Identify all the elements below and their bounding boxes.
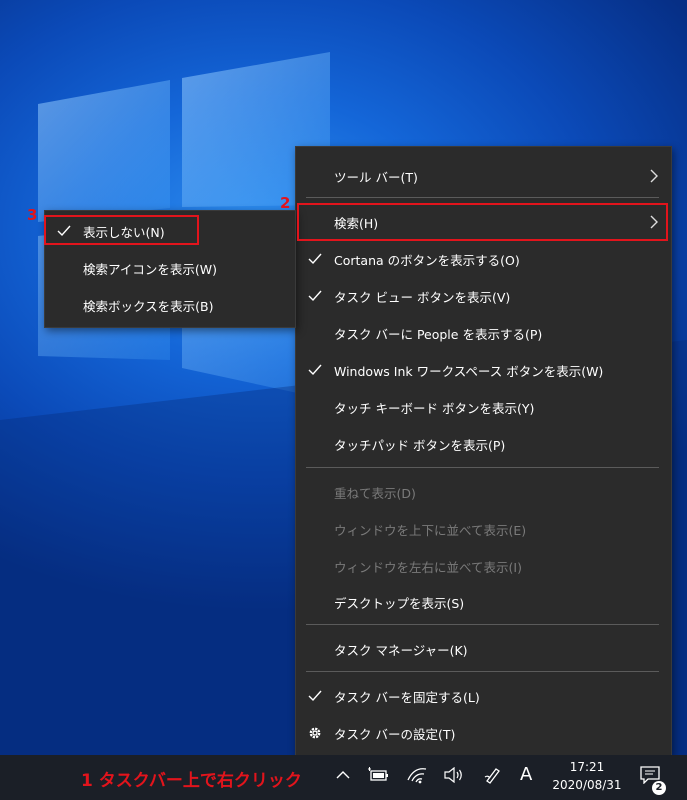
- highlight-search-item: [297, 203, 668, 241]
- menu-item-label: Windows Ink ワークスペース ボタンを表示(W): [334, 363, 604, 379]
- menu-item-show-cortana-button[interactable]: Cortana のボタンを表示する(O): [296, 241, 671, 277]
- menu-item-label: ウィンドウを左右に並べて表示(I): [334, 559, 522, 575]
- checkmark-icon: [308, 290, 322, 302]
- menu-item-label: ツール バー(T): [334, 169, 418, 185]
- menu-separator: [306, 197, 659, 198]
- battery-icon[interactable]: [368, 767, 390, 783]
- menu-separator: [306, 624, 659, 625]
- menu-separator: [306, 671, 659, 672]
- chevron-right-icon: [650, 169, 658, 183]
- submenu-item-label: 検索ボックスを表示(B): [83, 298, 214, 314]
- menu-item-label: Cortana のボタンを表示する(O): [334, 252, 520, 268]
- menu-item-label: タスク バーを固定する(L): [334, 689, 480, 705]
- menu-item-task-manager[interactable]: タスク マネージャー(K): [296, 631, 671, 667]
- wifi-icon[interactable]: [406, 765, 428, 785]
- menu-item-label: デスクトップを表示(S): [334, 595, 465, 611]
- menu-item-label: タスク ビュー ボタンを表示(V): [334, 289, 511, 305]
- pen-icon[interactable]: [484, 766, 502, 784]
- submenu-item-show-search-icon[interactable]: 検索アイコンを表示(W): [45, 250, 295, 286]
- menu-item-show-task-view-button[interactable]: タスク ビュー ボタンを表示(V): [296, 278, 671, 314]
- submenu-item-label: 検索アイコンを表示(W): [83, 261, 217, 277]
- checkmark-icon: [308, 690, 322, 702]
- menu-item-cascade-windows: 重ねて表示(D): [296, 474, 671, 510]
- clock-time: 17:21: [569, 760, 605, 774]
- taskbar-clock[interactable]: 17:21 2020/08/31: [547, 758, 627, 794]
- menu-item-stack-windows: ウィンドウを上下に並べて表示(E): [296, 511, 671, 547]
- menu-item-label: ウィンドウを上下に並べて表示(E): [334, 522, 527, 538]
- ime-indicator[interactable]: A: [520, 764, 532, 785]
- menu-item-label: タスク マネージャー(K): [334, 642, 468, 658]
- menu-separator: [306, 467, 659, 468]
- clock-date: 2020/08/31: [552, 778, 622, 792]
- menu-item-show-touch-keyboard-button[interactable]: タッチ キーボード ボタンを表示(Y): [296, 389, 671, 425]
- step-1-annotation: 1 タスクバー上で右クリック: [81, 771, 302, 791]
- menu-item-show-desktop[interactable]: デスクトップを表示(S): [296, 584, 671, 620]
- menu-item-label: タスク バーに People を表示する(P): [334, 326, 543, 342]
- chevron-up-icon[interactable]: [336, 770, 350, 780]
- menu-item-show-people[interactable]: タスク バーに People を表示する(P): [296, 315, 671, 351]
- menu-item-label: タスク バーの設定(T): [334, 726, 456, 742]
- menu-item-show-windows-ink-button[interactable]: Windows Ink ワークスペース ボタンを表示(W): [296, 352, 671, 388]
- menu-item-label: タッチ キーボード ボタンを表示(Y): [334, 400, 535, 416]
- menu-item-lock-taskbar[interactable]: タスク バーを固定する(L): [296, 678, 671, 714]
- step-number-2: 2: [280, 194, 291, 212]
- step-number-3: 3: [27, 206, 38, 224]
- menu-item-label: 重ねて表示(D): [334, 485, 416, 501]
- menu-item-side-by-side-windows: ウィンドウを左右に並べて表示(I): [296, 548, 671, 584]
- checkmark-icon: [308, 253, 322, 265]
- highlight-hidden-item: [44, 215, 199, 245]
- checkmark-icon: [308, 364, 322, 376]
- menu-item-toolbars[interactable]: ツール バー(T): [296, 158, 671, 194]
- menu-item-taskbar-settings[interactable]: タスク バーの設定(T): [296, 715, 671, 751]
- volume-icon[interactable]: [444, 767, 464, 783]
- notification-count-badge: 2: [652, 781, 666, 795]
- menu-item-label: タッチパッド ボタンを表示(P): [334, 437, 506, 453]
- menu-item-show-touchpad-button[interactable]: タッチパッド ボタンを表示(P): [296, 426, 671, 462]
- submenu-item-show-search-box[interactable]: 検索ボックスを表示(B): [45, 287, 295, 323]
- gear-icon: [309, 727, 321, 739]
